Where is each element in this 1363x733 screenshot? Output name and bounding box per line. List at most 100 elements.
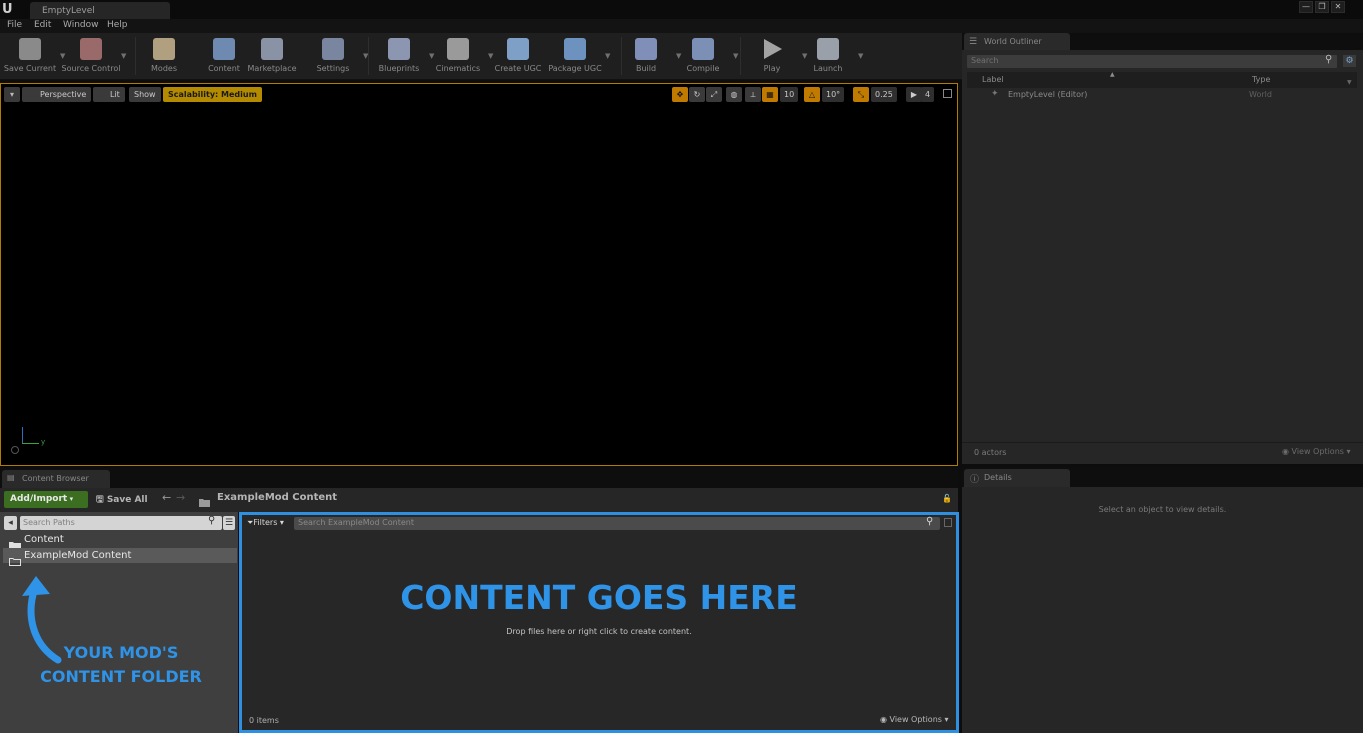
lit-button[interactable]: Lit — [93, 87, 125, 102]
rotate-mode-icon[interactable]: ↻ — [689, 87, 705, 102]
toolbar-button-launch[interactable]: Launch — [800, 35, 856, 77]
folder-label: Content — [24, 534, 64, 545]
rotate-snap-icon[interactable]: △ — [804, 87, 820, 102]
level-viewport[interactable] — [0, 83, 958, 466]
toolbar-button-label: Source Control — [61, 64, 121, 73]
tab-content-browser[interactable]: Content Browser — [2, 470, 110, 488]
toolbar-separator — [135, 37, 136, 75]
search-icon[interactable]: ⚲ — [1325, 54, 1332, 65]
column-label[interactable]: Label — [982, 75, 1004, 84]
toolbar-button-label: Settings — [316, 64, 350, 73]
back-arrow-icon[interactable]: ← — [162, 491, 171, 504]
content-browser-tab-icon: ▤ — [7, 473, 15, 482]
asset-search-input[interactable]: Search ExampleMod Content — [294, 517, 940, 530]
toolbar-dropdown-icon[interactable]: ▼ — [605, 52, 613, 60]
toolbar-dropdown-icon[interactable]: ▼ — [363, 52, 371, 60]
grid-snap-icon[interactable]: ▦ — [762, 87, 778, 102]
menu-edit[interactable]: Edit — [34, 20, 51, 30]
folder-examplemod-content[interactable]: ExampleMod Content — [3, 548, 237, 563]
save-all-button[interactable]: 🖫 Save All — [96, 492, 148, 508]
item-count: 0 items — [249, 716, 279, 725]
minimize-button[interactable]: — — [1299, 1, 1313, 13]
outliner-search-input[interactable]: Search — [967, 55, 1337, 68]
toolbar-button-create-ugc[interactable]: Create UGC — [490, 35, 546, 77]
toolbar-button-package-ugc[interactable]: Package UGC — [547, 35, 603, 77]
add-import-button[interactable]: Add/Import ▾ — [4, 491, 88, 508]
viewport-options-button[interactable]: ▾ — [4, 87, 20, 102]
folder-note: YOUR MOD'S CONTENT FOLDER — [40, 641, 202, 689]
unreal-logo-icon[interactable]: U — [2, 1, 20, 18]
toolbar-button-play[interactable]: Play — [744, 35, 800, 77]
toolbar-button-compile[interactable]: Compile — [675, 35, 731, 77]
column-type[interactable]: Type — [1252, 75, 1270, 84]
tab-details[interactable]: Details — [964, 469, 1070, 487]
filters-label: Filters — [253, 518, 278, 527]
outliner-settings-icon[interactable]: ⚙ — [1343, 55, 1356, 67]
toolbar-button-label: Save Current — [3, 64, 57, 73]
close-button[interactable]: ✕ — [1331, 1, 1345, 13]
collapse-sources-icon[interactable]: ◂ — [4, 516, 17, 530]
outliner-view-options-button[interactable]: ◉ View Options ▾ — [1282, 447, 1351, 456]
toolbar-button-label: Modes — [151, 64, 177, 73]
menu-window[interactable]: Window — [63, 20, 99, 30]
toolbar-dropdown-icon[interactable]: ▼ — [858, 52, 866, 60]
camera-speed-icon[interactable]: ▶ — [906, 87, 922, 102]
content-icon — [213, 38, 235, 60]
toolbar-button-label: Package UGC — [548, 64, 602, 73]
world-outliner-panel — [962, 50, 1363, 464]
forward-arrow-icon[interactable]: → — [176, 491, 185, 504]
save-search-icon[interactable] — [944, 518, 952, 527]
search-icon[interactable]: ⚲ — [926, 516, 933, 527]
toolbar-button-label: Blueprints — [378, 64, 420, 73]
outliner-tab-icon: ☰ — [969, 37, 978, 47]
filters-button[interactable]: ⏷Filters ▾ — [247, 518, 284, 528]
perspective-button[interactable]: Perspective — [22, 87, 92, 102]
create-ugc-icon — [507, 38, 529, 60]
scalability-button[interactable]: Scalability: Medium — [163, 87, 262, 102]
toolbar-button-blueprints[interactable]: Blueprints — [371, 35, 427, 77]
toolbar-button-build[interactable]: Build — [618, 35, 674, 77]
menu-help[interactable]: Help — [107, 20, 128, 30]
restore-button[interactable]: ❐ — [1315, 1, 1329, 13]
scale-snap-icon[interactable]: ⤡ — [853, 87, 869, 102]
maximize-viewport-icon[interactable] — [943, 89, 952, 98]
toolbar-button-cinematics[interactable]: Cinematics — [430, 35, 486, 77]
select-mode-icon[interactable]: ✥ — [672, 87, 688, 102]
rotate-snap-value[interactable]: 10° — [822, 87, 845, 102]
breadcrumb[interactable]: ExampleMod Content — [217, 492, 337, 503]
outliner-row-label: EmptyLevel (Editor) — [1008, 90, 1088, 99]
menu-file[interactable]: File — [7, 20, 22, 30]
surface-snap-icon[interactable]: ⟂ — [745, 87, 761, 102]
chevron-down-icon: ▾ — [67, 495, 74, 503]
path-view-options-icon[interactable]: ☰ — [223, 516, 235, 530]
save-all-label: Save All — [106, 495, 148, 505]
toolbar-button-marketplace[interactable]: Marketplace — [244, 35, 300, 77]
folder-note-line2: CONTENT FOLDER — [40, 667, 202, 686]
world-icon: ✦ — [991, 89, 999, 99]
scale-snap-value[interactable]: 0.25 — [871, 87, 897, 102]
world-space-icon[interactable]: ◍ — [726, 87, 742, 102]
column-dropdown-icon[interactable]: ▼ — [1347, 79, 1352, 86]
asset-view-panel[interactable] — [239, 512, 959, 733]
toolbar-button-modes[interactable]: Modes — [136, 35, 192, 77]
scale-mode-icon[interactable]: ⤢ — [706, 87, 722, 102]
show-button[interactable]: Show — [129, 87, 161, 102]
lock-icon[interactable]: 🔓 — [942, 494, 952, 503]
toolbar-separator — [621, 37, 622, 75]
toolbar-button-save-current[interactable]: Save Current — [2, 35, 58, 77]
camera-speed-value[interactable]: 4 — [921, 87, 935, 102]
tab-world-outliner[interactable]: World Outliner — [964, 33, 1070, 50]
grid-snap-value[interactable]: 10 — [780, 87, 799, 102]
sort-arrow-icon: ▲ — [1110, 71, 1115, 78]
search-icon[interactable]: ⚲ — [208, 515, 215, 526]
content-goes-here-title: CONTENT GOES HERE — [400, 578, 798, 617]
axis-y-line — [22, 443, 39, 444]
folder-content[interactable]: Content — [3, 532, 237, 547]
asset-view-options-button[interactable]: ◉ View Options ▾ — [880, 715, 949, 724]
package-ugc-icon — [564, 38, 586, 60]
document-tab[interactable]: EmptyLevel — [30, 2, 170, 19]
path-search-input[interactable]: Search Paths — [20, 516, 222, 530]
toolbar-button-source-control[interactable]: Source Control — [62, 35, 120, 77]
toolbar-dropdown-icon[interactable]: ▼ — [121, 52, 129, 60]
toolbar-button-settings[interactable]: Settings — [305, 35, 361, 77]
